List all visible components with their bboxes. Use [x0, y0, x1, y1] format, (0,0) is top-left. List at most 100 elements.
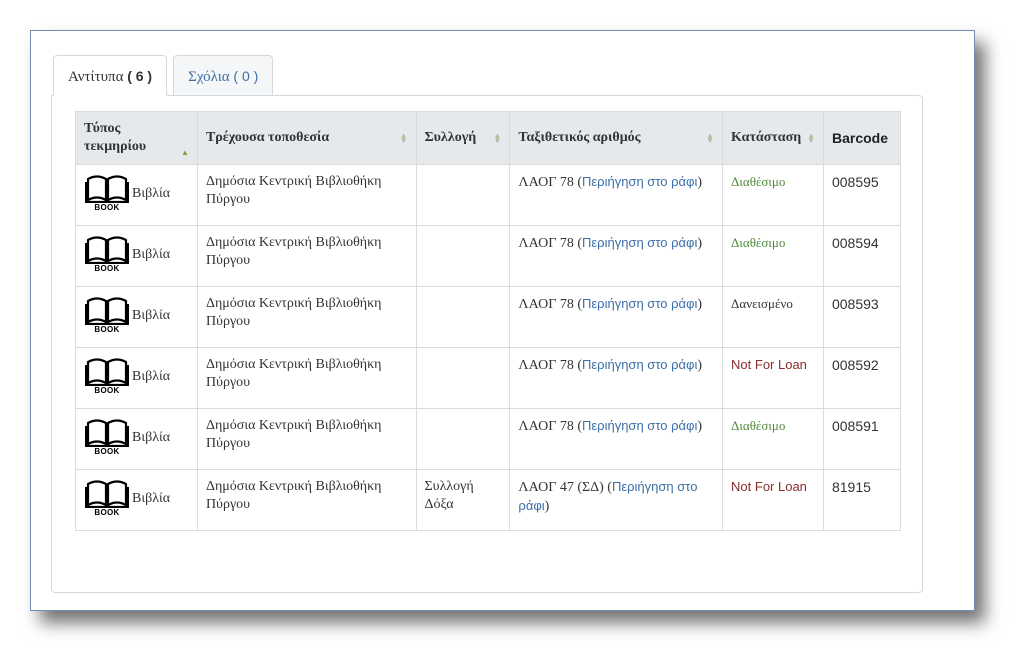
- cell-status: Δανεισμένο: [722, 286, 824, 348]
- browse-shelf-link[interactable]: Περιήγηση στο ράφι: [582, 418, 697, 433]
- table-row: BOOK Βιβλία Δημόσια Κεντρική Βιβλιοθήκη …: [75, 225, 902, 287]
- tab-bar: Αντίτυπα ( 6 ) Σχόλια ( 0 ): [53, 55, 279, 96]
- browse-shelf-link[interactable]: Περιήγηση στο ράφι: [582, 235, 697, 250]
- sort-icon: ▲ ▼: [706, 131, 715, 145]
- cell-call-number: ΛΑΟΓ 78 (Περιήγηση στο ράφι): [509, 408, 724, 470]
- sort-icon: ▲ ▼: [807, 131, 815, 145]
- call-number: ΛΑΟΓ 47 (ΣΔ): [518, 480, 604, 495]
- cell-status: Not For Loan: [722, 347, 824, 409]
- column-header-item-type-label: Τύπος τεκμηρίου: [84, 121, 147, 154]
- call-number: ΛΑΟΓ 78: [518, 297, 574, 312]
- status-text: Not For Loan: [731, 479, 807, 494]
- call-number: ΛΑΟΓ 78: [518, 419, 574, 434]
- cell-item-type: BOOK Βιβλία: [75, 164, 198, 226]
- book-icon: BOOK: [84, 417, 130, 457]
- cell-location: Δημόσια Κεντρική Βιβλιοθήκη Πύργου: [196, 286, 417, 348]
- cell-barcode: 008595: [822, 164, 902, 226]
- cell-call-number: ΛΑΟΓ 78 (Περιήγηση στο ράφι): [509, 347, 724, 409]
- column-header-status-label: Κατάσταση: [731, 130, 802, 145]
- browse-shelf-link[interactable]: Περιήγηση στο ράφι: [582, 296, 697, 311]
- browse-shelf-link[interactable]: Περιήγηση στο ράφι: [582, 174, 697, 189]
- cell-location: Δημόσια Κεντρική Βιβλιοθήκη Πύργου: [196, 469, 417, 531]
- table-row: BOOK Βιβλία Δημόσια Κεντρική Βιβλιοθήκη …: [75, 286, 902, 348]
- cell-location: Δημόσια Κεντρική Βιβλιοθήκη Πύργου: [196, 164, 417, 226]
- cell-location: Δημόσια Κεντρική Βιβλιοθήκη Πύργου: [196, 225, 417, 287]
- sort-icon: ▲ ▼: [493, 131, 502, 145]
- cell-barcode: 81915: [822, 469, 902, 531]
- sort-icon: ▲ ▼: [399, 131, 408, 145]
- column-header-barcode[interactable]: Barcode: [822, 111, 902, 165]
- cell-call-number: ΛΑΟΓ 78 (Περιήγηση στο ράφι): [509, 286, 724, 348]
- cell-barcode: 008593: [822, 286, 902, 348]
- item-type-label: Βιβλία: [132, 186, 171, 201]
- cell-call-number: ΛΑΟΓ 78 (Περιήγηση στο ράφι): [509, 225, 724, 287]
- book-icon: BOOK: [84, 478, 130, 518]
- cell-item-type: BOOK Βιβλία: [75, 225, 198, 287]
- cell-status: Διαθέσιμο: [722, 408, 824, 470]
- book-icon-caption: BOOK: [94, 386, 120, 395]
- item-type-label: Βιβλία: [132, 247, 171, 262]
- cell-status: Διαθέσιμο: [722, 164, 824, 226]
- book-icon: BOOK: [84, 234, 130, 274]
- table-row: BOOK Βιβλία Δημόσια Κεντρική Βιβλιοθήκη …: [75, 408, 902, 470]
- cell-collection: [415, 225, 511, 287]
- cell-item-type: BOOK Βιβλία: [75, 408, 198, 470]
- item-type-label: Βιβλία: [132, 369, 171, 384]
- call-number: ΛΑΟΓ 78: [518, 236, 574, 251]
- book-icon: BOOK: [84, 173, 130, 213]
- status-text: Διαθέσιμο: [731, 235, 786, 250]
- cell-collection: [415, 347, 511, 409]
- column-header-barcode-label: Barcode: [831, 130, 889, 146]
- cell-collection: Συλλογή Δόξα: [415, 469, 511, 531]
- cell-collection: [415, 164, 511, 226]
- cell-collection: [415, 408, 511, 470]
- status-text: Δανεισμένο: [731, 296, 793, 311]
- book-icon: BOOK: [84, 356, 130, 396]
- status-text: Διαθέσιμο: [731, 418, 786, 433]
- cell-item-type: BOOK Βιβλία: [75, 286, 198, 348]
- column-header-item-type[interactable]: Τύπος τεκμηρίου ▲: [75, 111, 198, 165]
- book-icon-caption: BOOK: [94, 447, 120, 456]
- column-header-collection[interactable]: Συλλογή ▲ ▼: [415, 111, 511, 165]
- tab-holdings-label: Αντίτυπα: [68, 69, 124, 85]
- call-number: ΛΑΟΓ 78: [518, 358, 574, 373]
- cell-call-number: ΛΑΟΓ 47 (ΣΔ) (Περιήγηση στο ράφι): [509, 469, 724, 531]
- screenshot-frame: Αντίτυπα ( 6 ) Σχόλια ( 0 ) Τύπος τεκμηρ…: [30, 30, 975, 611]
- table-header-row: Τύπος τεκμηρίου ▲ Τρέχουσα τοποθεσία ▲ ▼ …: [75, 111, 902, 165]
- item-type-label: Βιβλία: [132, 308, 171, 323]
- column-header-collection-label: Συλλογή: [424, 130, 477, 145]
- book-icon-caption: BOOK: [94, 325, 120, 334]
- call-number: ΛΑΟΓ 78: [518, 175, 574, 190]
- book-icon-caption: BOOK: [94, 508, 120, 517]
- tab-holdings-count: ( 6 ): [127, 68, 153, 84]
- book-icon-caption: BOOK: [94, 203, 120, 212]
- status-text: Not For Loan: [731, 357, 807, 372]
- book-icon-caption: BOOK: [94, 264, 120, 273]
- holdings-table-body: BOOK Βιβλία Δημόσια Κεντρική Βιβλιοθήκη …: [75, 164, 902, 531]
- cell-barcode: 008594: [822, 225, 902, 287]
- item-type-label: Βιβλία: [132, 430, 171, 445]
- cell-barcode: 008592: [822, 347, 902, 409]
- item-type-label: Βιβλία: [132, 491, 171, 506]
- column-header-call-number[interactable]: Ταξιθετικός αριθμός ▲ ▼: [509, 111, 724, 165]
- browse-shelf-link[interactable]: Περιήγηση στο ράφι: [582, 357, 697, 372]
- column-header-location-label: Τρέχουσα τοποθεσία: [205, 130, 330, 145]
- cell-location: Δημόσια Κεντρική Βιβλιοθήκη Πύργου: [196, 347, 417, 409]
- column-header-location[interactable]: Τρέχουσα τοποθεσία ▲ ▼: [196, 111, 417, 165]
- column-header-status[interactable]: Κατάσταση ▲ ▼: [722, 111, 824, 165]
- tab-comments[interactable]: Σχόλια ( 0 ): [173, 55, 274, 95]
- tab-comments-label: Σχόλια: [188, 69, 230, 85]
- holdings-panel: Τύπος τεκμηρίου ▲ Τρέχουσα τοποθεσία ▲ ▼ …: [51, 95, 923, 593]
- cell-status: Διαθέσιμο: [722, 225, 824, 287]
- status-text: Διαθέσιμο: [731, 174, 786, 189]
- cell-call-number: ΛΑΟΓ 78 (Περιήγηση στο ράφι): [509, 164, 724, 226]
- tab-holdings[interactable]: Αντίτυπα ( 6 ): [53, 55, 168, 96]
- column-header-call-number-label: Ταξιθετικός αριθμός: [518, 130, 641, 145]
- table-row: BOOK Βιβλία Δημόσια Κεντρική Βιβλιοθήκη …: [75, 469, 902, 531]
- cell-item-type: BOOK Βιβλία: [75, 347, 198, 409]
- table-row: BOOK Βιβλία Δημόσια Κεντρική Βιβλιοθήκη …: [75, 347, 902, 409]
- tab-comments-count: ( 0 ): [233, 68, 259, 84]
- cell-item-type: BOOK Βιβλία: [75, 469, 198, 531]
- book-icon: BOOK: [84, 295, 130, 335]
- cell-barcode: 008591: [822, 408, 902, 470]
